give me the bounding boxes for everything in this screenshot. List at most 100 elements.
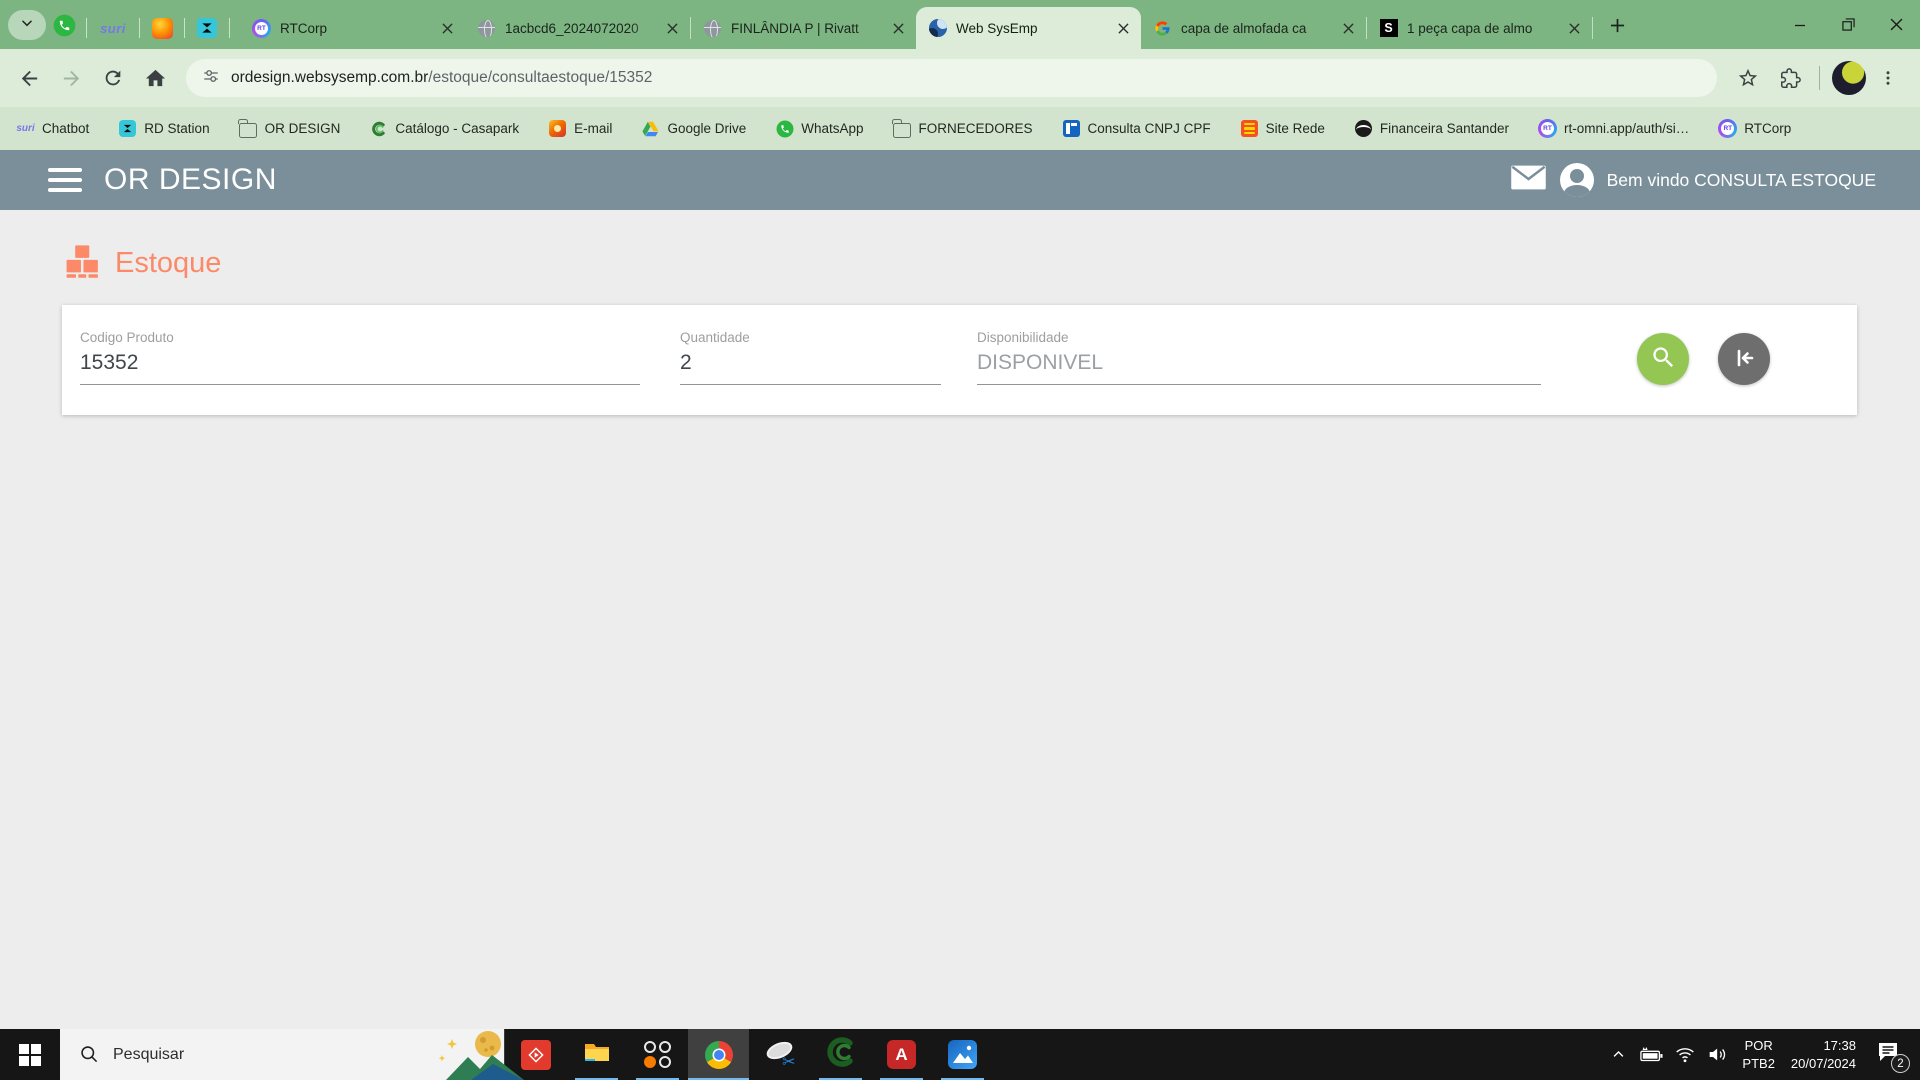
shein-icon: S xyxy=(1379,19,1398,38)
reload-button[interactable] xyxy=(92,57,134,99)
new-tab-button[interactable] xyxy=(1601,12,1633,44)
bookmark-catalogo-casapark[interactable]: Catálogo - Casapark xyxy=(369,119,519,138)
tab-capa-almofada[interactable]: capa de almofada ca xyxy=(1141,7,1366,49)
bookmark-label: WhatsApp xyxy=(801,121,864,136)
tab-label: capa de almofada ca xyxy=(1181,20,1307,36)
bookmark-site-rede[interactable]: Site Rede xyxy=(1240,119,1325,138)
address-bar[interactable]: ordesign.websysemp.com.br/estoque/consul… xyxy=(186,59,1717,97)
tab-close-icon[interactable] xyxy=(1114,19,1133,38)
bookmark-label: Google Drive xyxy=(667,121,747,136)
taskbar-clock[interactable]: 17:38 20/07/2024 xyxy=(1791,1037,1856,1072)
bookmark-consulta-cnpj[interactable]: Consulta CNPJ CPF xyxy=(1062,119,1211,138)
bookmark-star-button[interactable] xyxy=(1727,57,1769,99)
notification-center-icon[interactable]: 2 xyxy=(1876,1041,1910,1073)
browser-menu-icon[interactable] xyxy=(1870,57,1906,99)
home-button[interactable] xyxy=(134,57,176,99)
taskbar-file-explorer[interactable] xyxy=(566,1029,627,1080)
folder-icon xyxy=(238,118,258,138)
bookmark-rd-station[interactable]: RD Station xyxy=(118,119,210,138)
bookmark-financeira-santander[interactable]: Financeira Santander xyxy=(1354,119,1509,138)
taskbar: ✂ A POR PTB2 17:38 20/07/2024 2 xyxy=(0,1029,1920,1080)
close-window-button[interactable] xyxy=(1872,0,1920,49)
hamburger-menu-icon[interactable] xyxy=(48,168,82,192)
taskbar-catalog-app[interactable] xyxy=(810,1029,871,1080)
field-disponibilidade: Disponibilidade DISPONIVEL xyxy=(977,330,1541,415)
tray-expand-icon[interactable] xyxy=(1606,1047,1631,1062)
taskbar-app-launcher[interactable] xyxy=(627,1029,688,1080)
google-drive-icon xyxy=(641,119,660,138)
bookmark-whatsapp[interactable]: WhatsApp xyxy=(775,119,864,138)
tab-close-icon[interactable] xyxy=(889,19,908,38)
taskbar-search[interactable] xyxy=(60,1029,524,1080)
acrobat-icon: A xyxy=(887,1040,916,1069)
globe-icon xyxy=(477,19,496,38)
codigo-produto-input[interactable]: 15352 xyxy=(80,351,640,385)
tab-shein[interactable]: S 1 peça capa de almo xyxy=(1367,7,1592,49)
whatsapp-pinned-tab[interactable] xyxy=(52,14,76,40)
rd-station-pinned-tab[interactable] xyxy=(195,16,219,40)
profile-avatar[interactable] xyxy=(1832,61,1866,95)
site-info-icon[interactable] xyxy=(202,67,220,90)
back-button[interactable] xyxy=(8,57,50,99)
user-avatar-icon[interactable] xyxy=(1559,163,1594,197)
tab-close-icon[interactable] xyxy=(1565,19,1584,38)
cnpj-icon xyxy=(1062,119,1081,138)
search-button[interactable] xyxy=(1637,333,1689,385)
tab-finlandia[interactable]: FINLÂNDIA P | Rivatt xyxy=(691,7,916,49)
taskbar-snipping-tool[interactable]: ✂ xyxy=(749,1029,810,1080)
mail-icon[interactable] xyxy=(1510,164,1547,196)
bookmark-label: RTCorp xyxy=(1744,121,1792,136)
rd-station-icon xyxy=(197,18,217,38)
taskbar-photos[interactable] xyxy=(932,1029,993,1080)
pinned-tab-divider xyxy=(229,18,230,38)
orange-app-pinned-tab[interactable] xyxy=(150,16,174,40)
suri-pinned-tab[interactable]: suri xyxy=(97,16,129,40)
minimize-button[interactable] xyxy=(1776,0,1824,49)
tab-close-icon[interactable] xyxy=(1339,19,1358,38)
quantidade-input[interactable]: 2 xyxy=(680,351,941,385)
search-icon xyxy=(1650,344,1677,374)
search-highlight-illustration[interactable] xyxy=(396,1029,524,1080)
tab-close-icon[interactable] xyxy=(663,19,682,38)
start-button[interactable] xyxy=(0,1029,60,1080)
welcome-text: Bem vindo CONSULTA ESTOQUE xyxy=(1606,169,1876,190)
tab-divider xyxy=(1592,17,1593,39)
tab-label: RTCorp xyxy=(280,20,328,36)
google-icon xyxy=(1153,19,1172,38)
bookmark-or-design[interactable]: OR DESIGN xyxy=(238,118,340,138)
taskbar-chrome[interactable] xyxy=(688,1029,749,1080)
tab-search-button[interactable] xyxy=(8,10,46,40)
page-title: Estoque xyxy=(115,247,222,279)
bookmark-label: rt-omni.app/auth/si… xyxy=(1563,121,1690,136)
casapark-icon xyxy=(369,119,388,138)
bookmark-google-drive[interactable]: Google Drive xyxy=(641,119,746,138)
bookmark-rt-omni[interactable]: RT rt-omni.app/auth/si… xyxy=(1537,119,1690,138)
disponibilidade-input[interactable]: DISPONIVEL xyxy=(977,351,1541,385)
bookmark-chatbot[interactable]: suri Chatbot xyxy=(16,119,89,138)
tray-time: 17:38 xyxy=(1823,1037,1856,1053)
orange-app-icon xyxy=(151,17,173,39)
screen: suri RT RTCorp 1acbcd6_2024072020 FINLÂN… xyxy=(0,0,1920,1080)
wifi-icon[interactable] xyxy=(1672,1046,1697,1063)
tab-rtcorp[interactable]: RT RTCorp xyxy=(240,7,465,49)
app-brand: OR DESIGN xyxy=(104,163,277,196)
exit-button[interactable] xyxy=(1718,333,1770,385)
bookmark-email[interactable]: E-mail xyxy=(548,119,612,138)
taskbar-remote-app[interactable] xyxy=(505,1029,566,1080)
pinned-tab-divider xyxy=(139,18,140,38)
window-controls xyxy=(1776,0,1920,49)
battery-icon[interactable] xyxy=(1639,1046,1664,1064)
maximize-button[interactable] xyxy=(1824,0,1872,49)
extensions-icon[interactable] xyxy=(1769,57,1811,99)
bookmark-label: FORNECEDORES xyxy=(918,121,1033,136)
bookmark-fornecedores[interactable]: FORNECEDORES xyxy=(892,118,1033,138)
tab-web-sysemp-active[interactable]: Web SysEmp xyxy=(916,7,1141,49)
forward-button[interactable] xyxy=(50,57,92,99)
language-indicator[interactable]: POR PTB2 xyxy=(1742,1037,1775,1072)
tab-close-icon[interactable] xyxy=(438,19,457,38)
bookmark-rtcorp[interactable]: RT RTCorp xyxy=(1718,119,1791,138)
volume-icon[interactable] xyxy=(1705,1046,1730,1063)
taskbar-acrobat[interactable]: A xyxy=(871,1029,932,1080)
bookmark-label: Catálogo - Casapark xyxy=(395,121,520,136)
tab-1acbcd6[interactable]: 1acbcd6_2024072020 xyxy=(465,7,690,49)
